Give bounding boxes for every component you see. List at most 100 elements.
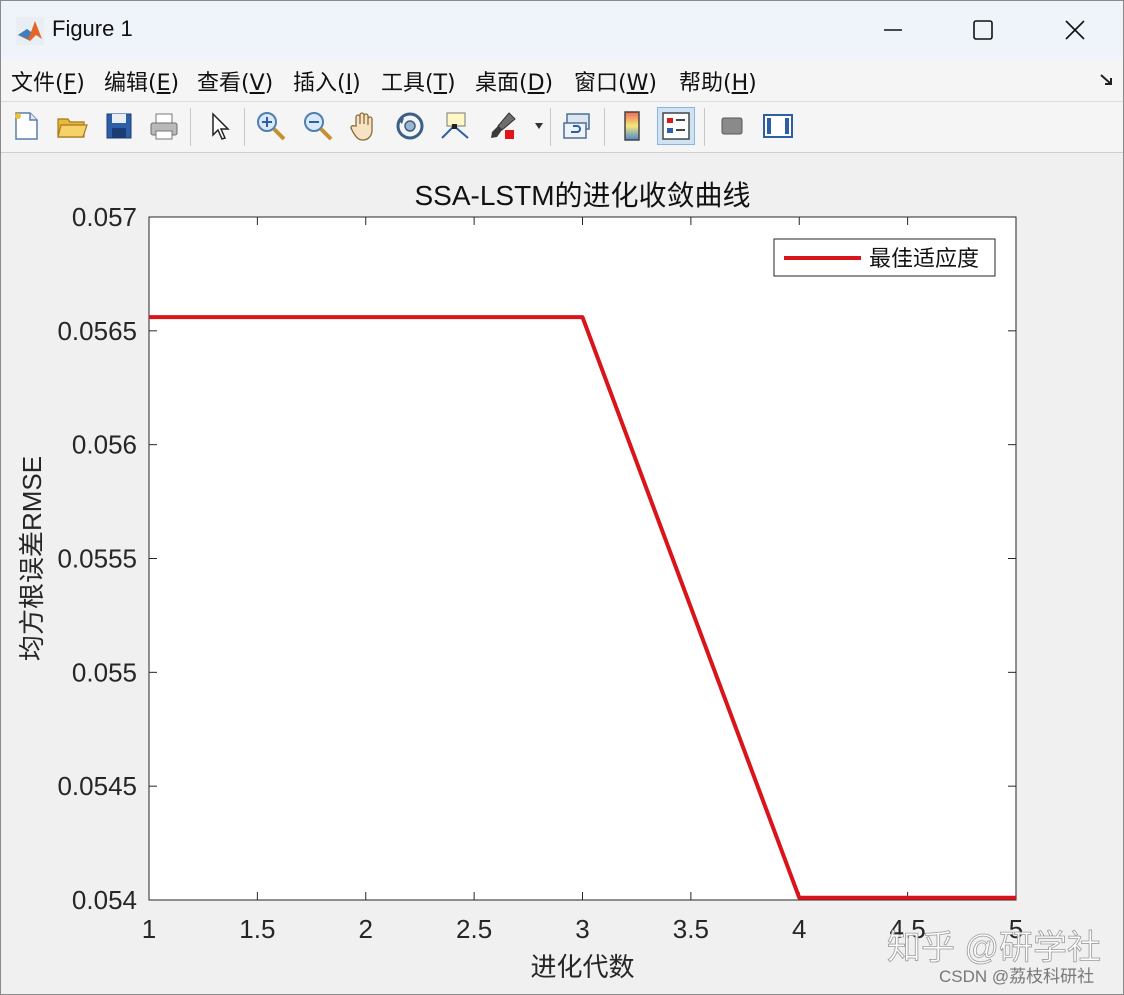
menu-tools-end: ) xyxy=(447,71,456,96)
matlab-logo-icon xyxy=(16,17,44,45)
menu-view[interactable]: 查看(V) xyxy=(197,65,273,97)
y-tick-label: 0.0565 xyxy=(57,316,137,346)
select-pointer-button[interactable] xyxy=(201,107,239,145)
x-tick-label: 1.5 xyxy=(239,914,275,944)
rotate-3d-button[interactable] xyxy=(391,107,429,145)
maximize-icon xyxy=(973,20,993,40)
toolbar-separator xyxy=(244,108,245,146)
zoom-out-icon xyxy=(304,112,333,141)
dock-arrow-icon[interactable] xyxy=(1099,72,1115,88)
watermark-sub: CSDN @荔枝科研社 xyxy=(939,967,1094,986)
x-tick-label: 3.5 xyxy=(673,914,709,944)
y-tick-label: 0.054 xyxy=(72,885,137,915)
menu-file-end: ) xyxy=(76,71,85,96)
zoom-in-icon xyxy=(257,112,286,141)
figure-canvas: 1 1.5 2 2.5 3 3.5 4 4.5 5 0.054 0.0545 0.055 0.0555 0… xyxy=(1,153,1123,994)
menu-edit-label: 编辑( xyxy=(104,71,157,96)
menu-window[interactable]: 窗口(W) xyxy=(574,65,657,97)
x-tick-label: 1 xyxy=(142,914,156,944)
menu-desktop[interactable]: 桌面(D) xyxy=(475,65,553,97)
menu-edit[interactable]: 编辑(E) xyxy=(104,65,179,97)
menu-insert-label: 插入( xyxy=(293,71,346,96)
pan-button[interactable] xyxy=(345,107,383,145)
x-axis-label: 进化代数 xyxy=(530,952,634,982)
link-plot-button[interactable] xyxy=(559,107,597,145)
figure-window: Figure 1 文件(F) 编辑(E) 查看(V) 插入(I) 工具(T) 桌… xyxy=(0,0,1124,995)
rotate-3d-icon xyxy=(396,112,424,140)
close-icon xyxy=(1065,20,1085,40)
y-tick-label: 0.0545 xyxy=(57,771,137,801)
menu-edit-key: E xyxy=(156,71,171,96)
show-plot-tools-icon xyxy=(763,114,793,138)
menu-tools[interactable]: 工具(T) xyxy=(381,65,456,97)
watermark-main: 知乎 @研学社 xyxy=(887,929,1101,967)
legend[interactable]: 最佳适应度 xyxy=(773,238,996,277)
menu-window-label: 窗口( xyxy=(574,71,627,96)
show-plot-tools-button[interactable] xyxy=(759,107,797,145)
legend-icon xyxy=(662,112,690,140)
menu-desktop-key: D xyxy=(527,71,545,96)
toolbar-separator xyxy=(190,108,191,146)
minimize-icon xyxy=(884,29,902,31)
x-tick-label: 4 xyxy=(792,914,806,944)
open-file-button[interactable] xyxy=(53,107,91,145)
menu-window-end: ) xyxy=(648,71,657,96)
save-button[interactable] xyxy=(100,107,138,145)
menu-desktop-label: 桌面( xyxy=(475,71,528,96)
menu-insert-end: ) xyxy=(352,71,361,96)
brush-dropdown-icon[interactable] xyxy=(534,122,544,130)
maximize-button[interactable] xyxy=(937,1,1029,59)
y-axis-label: 均方根误差RMSE xyxy=(17,456,47,661)
menu-tools-key: T xyxy=(433,71,448,96)
save-icon xyxy=(106,113,132,139)
menu-view-end: ) xyxy=(264,71,274,96)
window-title: Figure 1 xyxy=(52,16,133,41)
title-bar: Figure 1 xyxy=(1,1,1123,59)
menu-file-key: F xyxy=(63,71,77,96)
menu-file[interactable]: 文件(F) xyxy=(11,65,85,97)
figure-toolbar xyxy=(1,102,1123,153)
new-figure-button[interactable] xyxy=(7,107,45,145)
legend-button[interactable] xyxy=(657,107,695,145)
brush-button[interactable] xyxy=(484,107,522,145)
menu-help-end: ) xyxy=(748,71,757,96)
print-icon xyxy=(150,113,178,140)
menu-desktop-end: ) xyxy=(544,71,554,96)
x-tick-label: 2.5 xyxy=(456,914,492,944)
x-tick-label: 3 xyxy=(575,914,589,944)
hide-plot-tools-icon xyxy=(721,117,743,135)
menu-view-label: 查看( xyxy=(197,71,250,96)
select-pointer-icon xyxy=(212,112,230,140)
x-tick-label: 2 xyxy=(359,914,373,944)
brush-icon xyxy=(491,112,516,139)
pan-hand-icon xyxy=(350,112,373,141)
data-cursor-icon xyxy=(441,112,469,139)
open-file-icon xyxy=(57,118,88,138)
print-button[interactable] xyxy=(145,107,183,145)
menu-window-key: W xyxy=(626,71,649,96)
link-plot-icon xyxy=(563,113,590,139)
y-tick-label: 0.057 xyxy=(72,202,137,232)
y-tick-label: 0.056 xyxy=(72,430,137,460)
menu-file-label: 文件( xyxy=(11,71,64,96)
y-tick-label: 0.0555 xyxy=(57,544,137,574)
toolbar-separator xyxy=(604,108,605,146)
menu-insert[interactable]: 插入(I) xyxy=(293,65,361,97)
legend-entry-label: 最佳适应度 xyxy=(869,246,979,271)
close-button[interactable] xyxy=(1029,1,1121,59)
data-cursor-button[interactable] xyxy=(436,107,474,145)
menu-tools-label: 工具( xyxy=(381,71,434,96)
colorbar-button[interactable] xyxy=(613,107,651,145)
minimize-button[interactable] xyxy=(847,1,939,59)
hide-plot-tools-button[interactable] xyxy=(713,107,751,145)
menu-help-key: H xyxy=(731,71,749,96)
zoom-in-button[interactable] xyxy=(252,107,290,145)
toolbar-separator xyxy=(550,108,551,146)
menu-edit-end: ) xyxy=(170,71,180,96)
zoom-out-button[interactable] xyxy=(299,107,337,145)
y-tick-label: 0.055 xyxy=(72,657,137,687)
toolbar-separator xyxy=(704,108,705,146)
new-figure-icon xyxy=(15,112,38,140)
menu-help[interactable]: 帮助(H) xyxy=(679,65,757,97)
menu-help-label: 帮助( xyxy=(679,71,732,96)
